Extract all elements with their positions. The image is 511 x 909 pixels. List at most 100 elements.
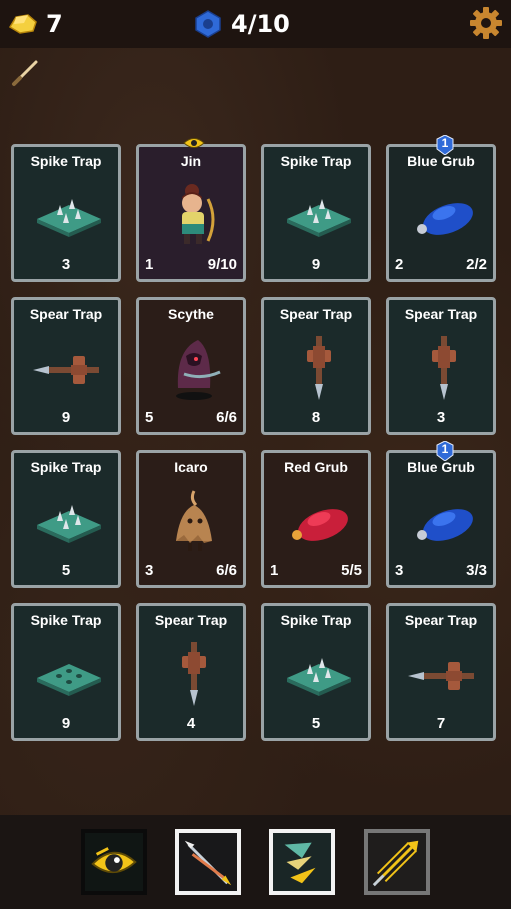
card-attack-value: 2 [395, 256, 404, 273]
card-spear-trap[interactable]: Spear Trap 8 [261, 297, 371, 435]
blue-grub-icon [417, 509, 473, 541]
level-badge: 1 [436, 440, 454, 462]
card-spear-trap[interactable]: Spear Trap 4 [136, 603, 246, 741]
eye-badge-icon [183, 135, 205, 155]
card-title: Spear Trap [404, 612, 478, 628]
double-arrow-skill-button[interactable] [175, 829, 241, 895]
card-art [279, 485, 359, 555]
card-spike-trap[interactable]: Spike Trap 5 [11, 450, 121, 588]
card-title: Icaro [174, 459, 208, 475]
card-art [404, 332, 484, 402]
spear-trap-vertical-icon [307, 336, 331, 400]
card-red-grub[interactable]: Red Grub 1 5/5 [261, 450, 371, 588]
card-attack-value: 1 [270, 562, 279, 579]
card-title: Spear Trap [279, 306, 353, 322]
icaro-monster-icon [176, 490, 212, 551]
gear-icon[interactable] [469, 6, 503, 40]
card-art [404, 638, 484, 708]
spike-trap-holes-icon [37, 664, 101, 696]
card-title: Blue Grub [407, 459, 475, 475]
blade-skill-button[interactable] [269, 829, 335, 895]
card-spear-trap[interactable]: Spear Trap 9 [11, 297, 121, 435]
card-blue-grub[interactable]: 1 Blue Grub 2 2/2 [386, 134, 496, 282]
card-art [279, 638, 359, 708]
card-art [154, 485, 234, 555]
spear-trap-horizontal-icon [33, 356, 99, 384]
card-blue-grub[interactable]: 1 Blue Grub 3 3/3 [386, 440, 496, 588]
red-grub-icon [292, 509, 348, 541]
card-title: Blue Grub [407, 153, 475, 169]
card-art [29, 638, 109, 708]
skill-bar [0, 815, 511, 909]
spike-trap-icon [287, 199, 351, 237]
card-health-value: 2/2 [466, 256, 487, 273]
card-title: Spike Trap [280, 612, 352, 628]
card-title: Spike Trap [30, 153, 102, 169]
card-art [154, 179, 234, 249]
jin-hero-icon [182, 184, 215, 244]
card-spear-trap[interactable]: Spear Trap 7 [386, 603, 496, 741]
card-cost-value: 9 [311, 256, 321, 273]
scythe-monster-icon [176, 340, 221, 400]
card-title: Spear Trap [29, 306, 103, 322]
card-spike-trap[interactable]: Spike Trap 3 [11, 144, 121, 282]
spike-trap-icon [287, 658, 351, 696]
card-spike-trap[interactable]: Spike Trap 5 [261, 603, 371, 741]
card-art [29, 179, 109, 249]
card-cost-value: 3 [61, 256, 71, 273]
spike-trap-icon [37, 505, 101, 543]
card-spike-trap[interactable]: Spike Trap 9 [11, 603, 121, 741]
blue-gem-icon [195, 10, 221, 38]
blade-skill-icon [284, 842, 316, 884]
card-icaro[interactable]: Icaro 3 6/6 [136, 450, 246, 588]
card-scythe[interactable]: Scythe 5 6/6 [136, 297, 246, 435]
gem-counter: 4/10 [193, 0, 290, 48]
card-title: Spear Trap [154, 612, 228, 628]
card-health-value: 6/6 [216, 562, 237, 579]
card-art [154, 638, 234, 708]
card-health-value: 5/5 [341, 562, 362, 579]
card-art [279, 332, 359, 402]
card-title: Spike Trap [280, 153, 352, 169]
card-cost-value: 3 [436, 409, 446, 426]
spike-trap-icon [37, 199, 101, 237]
level-badge-number: 1 [441, 136, 449, 150]
card-art [154, 332, 234, 402]
card-jin[interactable]: Jin 1 9/10 [136, 138, 246, 282]
card-title: Spike Trap [30, 612, 102, 628]
card-cost-value: 7 [436, 715, 446, 732]
card-attack-value: 3 [145, 562, 154, 579]
card-cost-value: 5 [311, 715, 321, 732]
spear-trap-horizontal-icon [408, 662, 474, 690]
blue-grub-icon [417, 203, 473, 235]
card-cost-value: 9 [61, 715, 71, 732]
card-attack-value: 1 [145, 256, 154, 273]
card-health-value: 9/10 [207, 256, 237, 273]
dagger-icon[interactable] [10, 58, 40, 88]
card-attack-value: 5 [145, 409, 154, 426]
card-health-value: 6/6 [216, 409, 237, 426]
card-art [29, 332, 109, 402]
card-art [404, 485, 484, 555]
card-spear-trap[interactable]: Spear Trap 3 [386, 297, 496, 435]
eye-skill-button[interactable] [81, 829, 147, 895]
eye-skill-icon [91, 847, 137, 874]
card-title: Jin [180, 153, 202, 169]
spear-trap-vertical-icon [182, 642, 206, 706]
card-health-value: 3/3 [466, 562, 487, 579]
triple-arrow-skill-button[interactable] [364, 829, 430, 895]
card-cost-value: 5 [61, 562, 71, 579]
triple-arrow-skill-icon [372, 840, 419, 887]
card-title: Red Grub [284, 459, 348, 475]
card-art [29, 485, 109, 555]
gem-amount: 4/10 [231, 10, 290, 38]
gold-amount: 7 [46, 10, 63, 38]
card-spike-trap[interactable]: Spike Trap 9 [261, 144, 371, 282]
card-title: Spear Trap [404, 306, 478, 322]
double-arrow-skill-icon [184, 840, 232, 886]
level-badge-number: 1 [441, 442, 449, 456]
card-cost-value: 8 [311, 409, 321, 426]
gold-nugget-icon [8, 14, 37, 34]
card-art [404, 179, 484, 249]
gold-counter: 7 [8, 0, 63, 48]
